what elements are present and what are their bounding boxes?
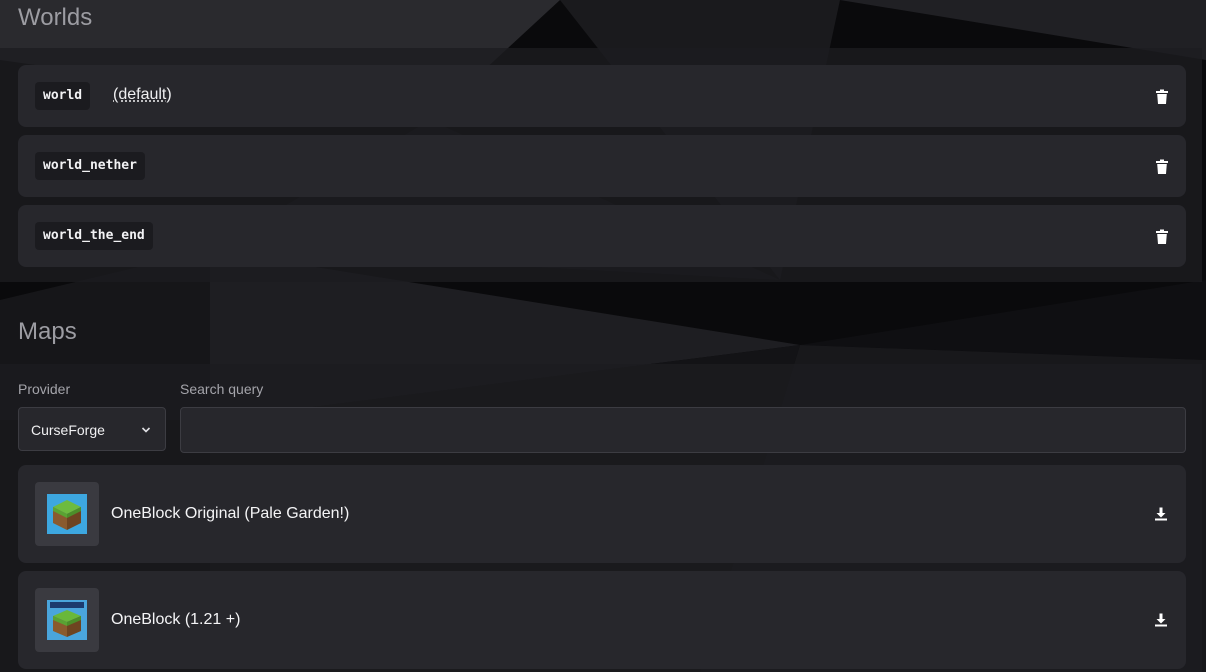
map-result-card: OneBlock (1.21 +) bbox=[18, 571, 1186, 669]
provider-select[interactable]: CurseForge bbox=[18, 407, 166, 451]
worlds-section-title: Worlds bbox=[18, 4, 93, 31]
map-result-title: OneBlock (1.21 +) bbox=[111, 611, 241, 628]
trash-icon[interactable] bbox=[1154, 89, 1170, 105]
search-query-label: Search query bbox=[180, 381, 264, 397]
maps-section-title: Maps bbox=[18, 318, 77, 345]
map-thumbnail bbox=[35, 588, 99, 652]
world-card: world_the_end bbox=[18, 205, 1186, 267]
provider-label: Provider bbox=[18, 381, 71, 397]
map-result-title: OneBlock Original (Pale Garden!) bbox=[111, 505, 350, 522]
map-result-card: OneBlock Original (Pale Garden!) bbox=[18, 465, 1186, 563]
provider-selected-value: CurseForge bbox=[31, 422, 105, 438]
world-name: world_the_end bbox=[35, 222, 153, 250]
world-card: world_nether bbox=[18, 135, 1186, 197]
search-input[interactable] bbox=[180, 407, 1186, 453]
download-icon[interactable] bbox=[1154, 507, 1168, 521]
map-thumbnail bbox=[35, 482, 99, 546]
default-world-tag: (default) bbox=[113, 86, 172, 103]
oneblock-logo-icon bbox=[47, 600, 87, 640]
world-name: world_nether bbox=[35, 152, 145, 180]
download-icon[interactable] bbox=[1154, 613, 1168, 627]
trash-icon[interactable] bbox=[1154, 229, 1170, 245]
grass-block-icon bbox=[47, 494, 87, 534]
world-card: world (default) bbox=[18, 65, 1186, 127]
trash-icon[interactable] bbox=[1154, 159, 1170, 175]
world-name: world bbox=[35, 82, 91, 110]
chevron-down-icon bbox=[141, 427, 151, 433]
